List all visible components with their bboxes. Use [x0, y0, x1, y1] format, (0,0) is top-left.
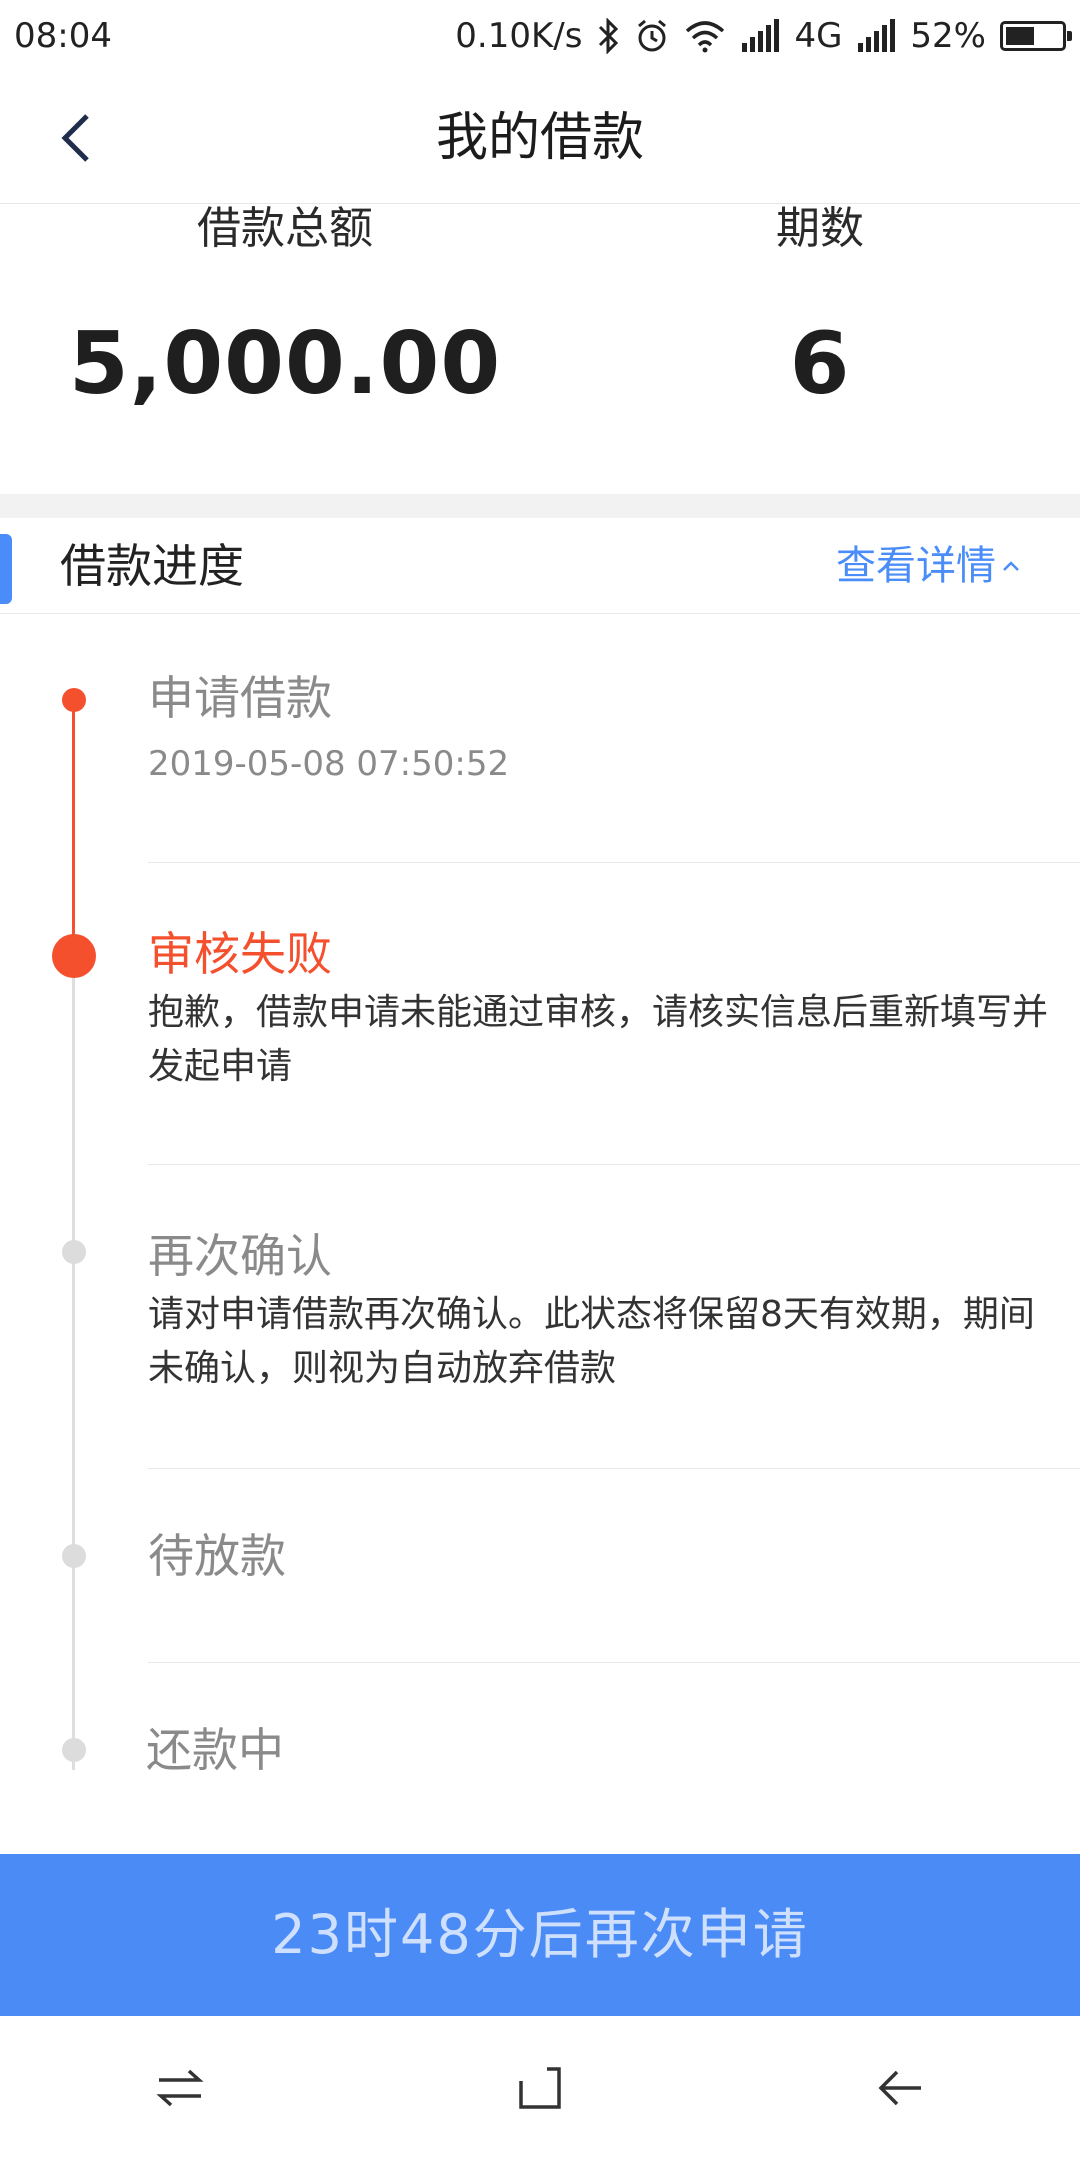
periods-block: 期数 6 [620, 203, 1020, 415]
system-nav [0, 2016, 1080, 2160]
signal-icon [858, 19, 896, 52]
progress-timeline: 申请借款 2019-05-08 07:50:52 审核失败 抱歉，借款申请未能通… [0, 614, 1080, 1854]
timeline-line-done [72, 700, 75, 970]
step-review-failed: 审核失败 抱歉，借款申请未能通过审核，请核实信息后重新填写并发起申请 [148, 926, 1080, 1094]
battery-percent: 52% [910, 16, 986, 56]
signal-icon [742, 19, 780, 52]
home-icon [519, 2067, 561, 2109]
step-dot-pending [62, 1738, 86, 1762]
status-time: 08:04 [14, 16, 112, 56]
page-title: 我的借款 [435, 108, 644, 168]
network-type: 4G [794, 16, 843, 56]
step-dot-pending [62, 1240, 86, 1264]
step-separator [148, 862, 1080, 863]
step-repaying: 还款中 [146, 1722, 1080, 1778]
bluetooth-icon [599, 18, 619, 54]
step-separator [148, 1164, 1080, 1165]
step-separator [148, 1468, 1080, 1469]
battery-level [1006, 27, 1034, 45]
amount-label: 借款总额 [197, 203, 373, 254]
step-description: 请对申请借款再次确认。此状态将保留8天有效期，期间未确认，则视为自动放弃借款 [148, 1294, 1035, 1389]
step-title: 申请借款 [148, 671, 332, 725]
switch-button[interactable] [140, 2048, 220, 2128]
periods-value: 6 [789, 314, 851, 414]
status-icons: 0.10K/s 4G 52% [455, 16, 1072, 56]
back-nav-button[interactable] [860, 2048, 940, 2128]
step-dot-done [62, 688, 86, 712]
alarm-icon [638, 19, 667, 52]
chevron-up-icon [1003, 561, 1019, 571]
step-time: 2019-05-08 07:50:52 [148, 744, 510, 784]
timeline-line-pending [72, 970, 75, 1770]
step-title: 再次确认 [148, 1229, 332, 1283]
view-details-label: 查看详情 [836, 543, 996, 589]
loan-summary: 借款总额 5,000.00 期数 6 [0, 204, 1080, 494]
amount-block: 借款总额 5,000.00 [60, 203, 510, 415]
step-apply: 申请借款 2019-05-08 07:50:52 [148, 670, 1080, 784]
step-title: 审核失败 [148, 927, 332, 981]
switch-icon [156, 2069, 204, 2107]
reapply-button[interactable]: 23时48分后再次申请 [0, 1854, 1080, 2016]
home-button[interactable] [500, 2048, 580, 2128]
step-title: 还款中 [146, 1723, 284, 1777]
step-dot-current [52, 934, 96, 978]
section-accent [0, 534, 12, 604]
step-dot-pending [62, 1544, 86, 1568]
step-awaiting-disbursement: 待放款 [148, 1528, 1080, 1584]
battery-icon [1000, 21, 1072, 51]
progress-header: 借款进度 查看详情 [0, 518, 1080, 614]
step-title: 待放款 [148, 1529, 286, 1583]
network-speed: 0.10K/s [455, 16, 583, 56]
step-description: 抱歉，借款申请未能通过审核，请核实信息后重新填写并发起申请 [148, 992, 1049, 1087]
periods-label: 期数 [776, 203, 864, 254]
header: 我的借款 [0, 72, 1080, 204]
status-bar: 08:04 0.10K/s 4G 52% [0, 0, 1080, 72]
amount-value: 5,000.00 [68, 314, 502, 414]
section-divider [0, 494, 1080, 518]
step-separator [148, 1662, 1080, 1663]
wifi-icon [686, 21, 725, 53]
back-icon [878, 2070, 921, 2106]
progress-title: 借款进度 [60, 539, 244, 593]
view-details-link[interactable]: 查看详情 [836, 518, 1020, 614]
step-reconfirm: 再次确认 请对申请借款再次确认。此状态将保留8天有效期，期间未确认，则视为自动放… [148, 1228, 1080, 1396]
